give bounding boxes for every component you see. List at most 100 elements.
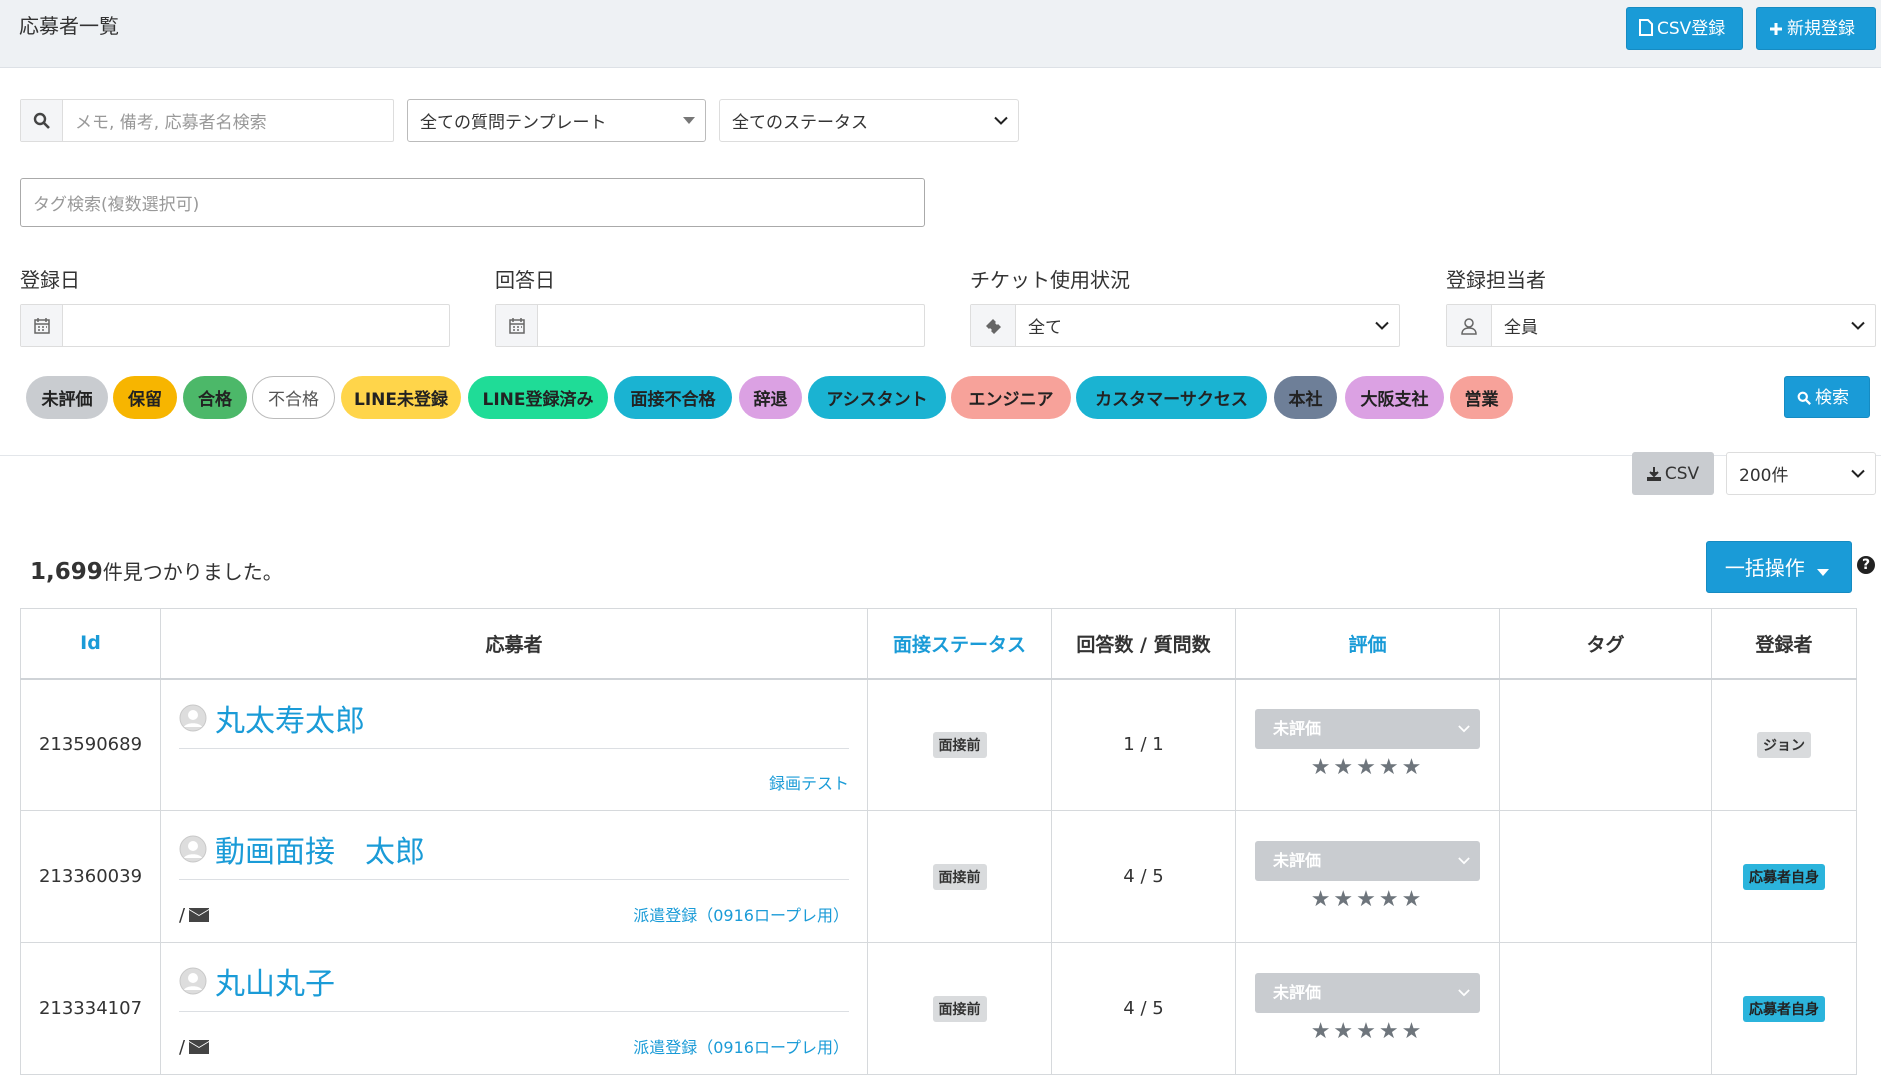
applicant-table: Id 応募者 面接ステータス 回答数 / 質問数 評価 タグ 登録者 21359… — [20, 608, 1857, 1075]
new-register-label: 新規登録 — [1787, 19, 1855, 39]
bulk-action-button[interactable]: 一括操作 — [1706, 541, 1852, 593]
help-icon[interactable]: ? — [1857, 556, 1875, 574]
divider — [179, 1011, 849, 1012]
tag-search-input[interactable]: タグ検索(複数選択可) — [20, 178, 925, 227]
tag-filter-unrated[interactable]: 未評価 — [26, 376, 108, 419]
envelope-icon[interactable] — [189, 908, 210, 923]
tag-filter-hold[interactable]: 保留 — [113, 376, 177, 419]
new-register-button[interactable]: 新規登録 — [1756, 7, 1876, 50]
applicant-name-link[interactable]: 丸太寿太郎 — [215, 696, 365, 740]
answer-count: 4 / 5 — [1051, 942, 1236, 1075]
evaluation-value: 未評価 — [1273, 983, 1322, 1002]
tag-filter-line-registered[interactable]: LINE登録済み — [468, 376, 608, 419]
csv-register-button[interactable]: CSV登録 — [1626, 7, 1743, 50]
template-link[interactable]: 録画テスト — [769, 770, 849, 794]
contact-separator: / — [179, 1037, 186, 1058]
divider — [179, 879, 849, 880]
applicant-id: 213590689 — [20, 678, 161, 811]
chevron-down-icon — [1458, 725, 1470, 733]
plus-icon — [1770, 23, 1782, 35]
tags-cell — [1499, 942, 1712, 1075]
status-select-value: 全てのステータス — [732, 113, 868, 133]
template-link[interactable]: 派遣登録（0916ロープレ用） — [633, 1034, 849, 1058]
evaluation-value: 未評価 — [1273, 719, 1322, 739]
keyword-search-input[interactable]: メモ, 備考, 応募者名検索 — [63, 100, 393, 141]
evaluation-select[interactable]: 未評価 — [1255, 709, 1480, 750]
tag-filter-osaka-branch[interactable]: 大阪支社 — [1345, 376, 1444, 419]
interview-status-badge: 面接前 — [932, 731, 987, 758]
column-header-interview-status[interactable]: 面接ステータス — [867, 608, 1052, 680]
applicant-name-link[interactable]: 動画面接 太郎 — [215, 827, 425, 871]
evaluation-value: 未評価 — [1273, 851, 1322, 870]
tag-filter-assistant[interactable]: アシスタント — [808, 376, 946, 419]
avatar-icon — [179, 967, 207, 995]
evaluation-select[interactable]: 未評価 — [1255, 841, 1480, 881]
ticket-usage-label: チケット使用状況 — [970, 268, 1130, 292]
page-size-select[interactable]: 200件 — [1726, 452, 1876, 495]
registered-date-field[interactable] — [20, 304, 450, 347]
star-rating[interactable]: ★★★★★ — [1236, 1019, 1499, 1044]
registrar-label: 登録担当者 — [1446, 268, 1546, 292]
tag-filter-engineer[interactable]: エンジニア — [951, 376, 1071, 419]
answered-date-field[interactable] — [495, 304, 925, 347]
star-rating[interactable]: ★★★★★ — [1236, 755, 1499, 780]
tag-filter-declined[interactable]: 辞退 — [739, 376, 802, 419]
tag-filter-customer-success[interactable]: カスタマーサクセス — [1076, 376, 1267, 419]
chevron-down-icon — [1458, 989, 1470, 997]
interview-status-badge: 面接前 — [932, 863, 987, 890]
file-icon — [1639, 19, 1653, 36]
chevron-down-icon — [1851, 469, 1865, 478]
tag-filter-interview-fail[interactable]: 面接不合格 — [614, 376, 732, 419]
csv-download-button[interactable]: CSV — [1632, 452, 1714, 495]
result-count-suffix: 件見つかりました。 — [102, 560, 283, 584]
calendar-icon — [496, 305, 538, 346]
download-icon — [1646, 466, 1661, 481]
table-row: 213590689 丸太寿太郎 録画テスト 面接前 1 / 1 未評価 ★★★★… — [20, 678, 1857, 811]
status-select[interactable]: 全てのステータス — [719, 99, 1019, 142]
applicant-id: 213334107 — [20, 942, 161, 1075]
result-count: 1,699件見つかりました。 — [30, 556, 283, 585]
applicant-cell: 丸山丸子 / 派遣登録（0916ロープレ用） — [160, 942, 868, 1075]
user-icon — [1447, 305, 1492, 346]
page-title: 応募者一覧 — [19, 14, 119, 38]
tag-search-placeholder: タグ検索(複数選択可) — [33, 195, 200, 215]
divider — [179, 747, 849, 749]
column-header-registrar: 登録者 — [1711, 608, 1857, 680]
envelope-icon[interactable] — [189, 1040, 210, 1055]
tag-filter-sales[interactable]: 営業 — [1450, 376, 1513, 419]
tags-cell — [1499, 678, 1712, 811]
registrar-value: 全員 — [1504, 318, 1538, 338]
tag-filter-pass[interactable]: 合格 — [183, 376, 247, 419]
column-header-id[interactable]: Id — [20, 608, 161, 680]
registrar-badge: ジョン — [1757, 731, 1811, 758]
chevron-down-icon — [1375, 321, 1389, 330]
column-header-tags: タグ — [1499, 608, 1712, 680]
tag-filter-fail[interactable]: 不合格 — [252, 376, 335, 419]
caret-down-icon — [683, 116, 695, 124]
star-rating[interactable]: ★★★★★ — [1236, 887, 1499, 912]
table-row: 213360039 動画面接 太郎 / 派遣登録（0916ロープレ用） 面接前 … — [20, 810, 1857, 943]
template-select[interactable]: 全ての質問テンプレート — [407, 99, 706, 142]
avatar-icon — [179, 704, 207, 731]
result-count-number: 1,699 — [30, 559, 103, 585]
chevron-down-icon — [1851, 321, 1865, 330]
answered-date-input[interactable] — [538, 305, 924, 346]
template-select-value: 全ての質問テンプレート — [420, 113, 607, 133]
applicant-name-link[interactable]: 丸山丸子 — [215, 959, 335, 1003]
registered-date-input[interactable] — [63, 305, 449, 346]
contact-separator: / — [179, 905, 186, 926]
tag-filter-line-unregistered[interactable]: LINE未登録 — [341, 376, 461, 419]
tag-filter-headquarters[interactable]: 本社 — [1274, 376, 1337, 419]
registrar-select[interactable]: 全員 — [1446, 304, 1876, 347]
template-link[interactable]: 派遣登録（0916ロープレ用） — [633, 902, 849, 926]
table-row: 213334107 丸山丸子 / 派遣登録（0916ロープレ用） 面接前 4 /… — [20, 942, 1857, 1075]
evaluation-select[interactable]: 未評価 — [1255, 973, 1480, 1013]
search-button-label: 検索 — [1815, 388, 1849, 408]
ticket-icon — [971, 305, 1016, 346]
search-button[interactable]: 検索 — [1784, 376, 1870, 418]
registrar-badge: 応募者自身 — [1743, 995, 1825, 1022]
column-header-evaluation[interactable]: 評価 — [1235, 608, 1500, 680]
ticket-usage-select[interactable]: 全て — [970, 304, 1400, 347]
chevron-down-icon — [1458, 857, 1470, 865]
avatar-icon — [179, 835, 207, 863]
